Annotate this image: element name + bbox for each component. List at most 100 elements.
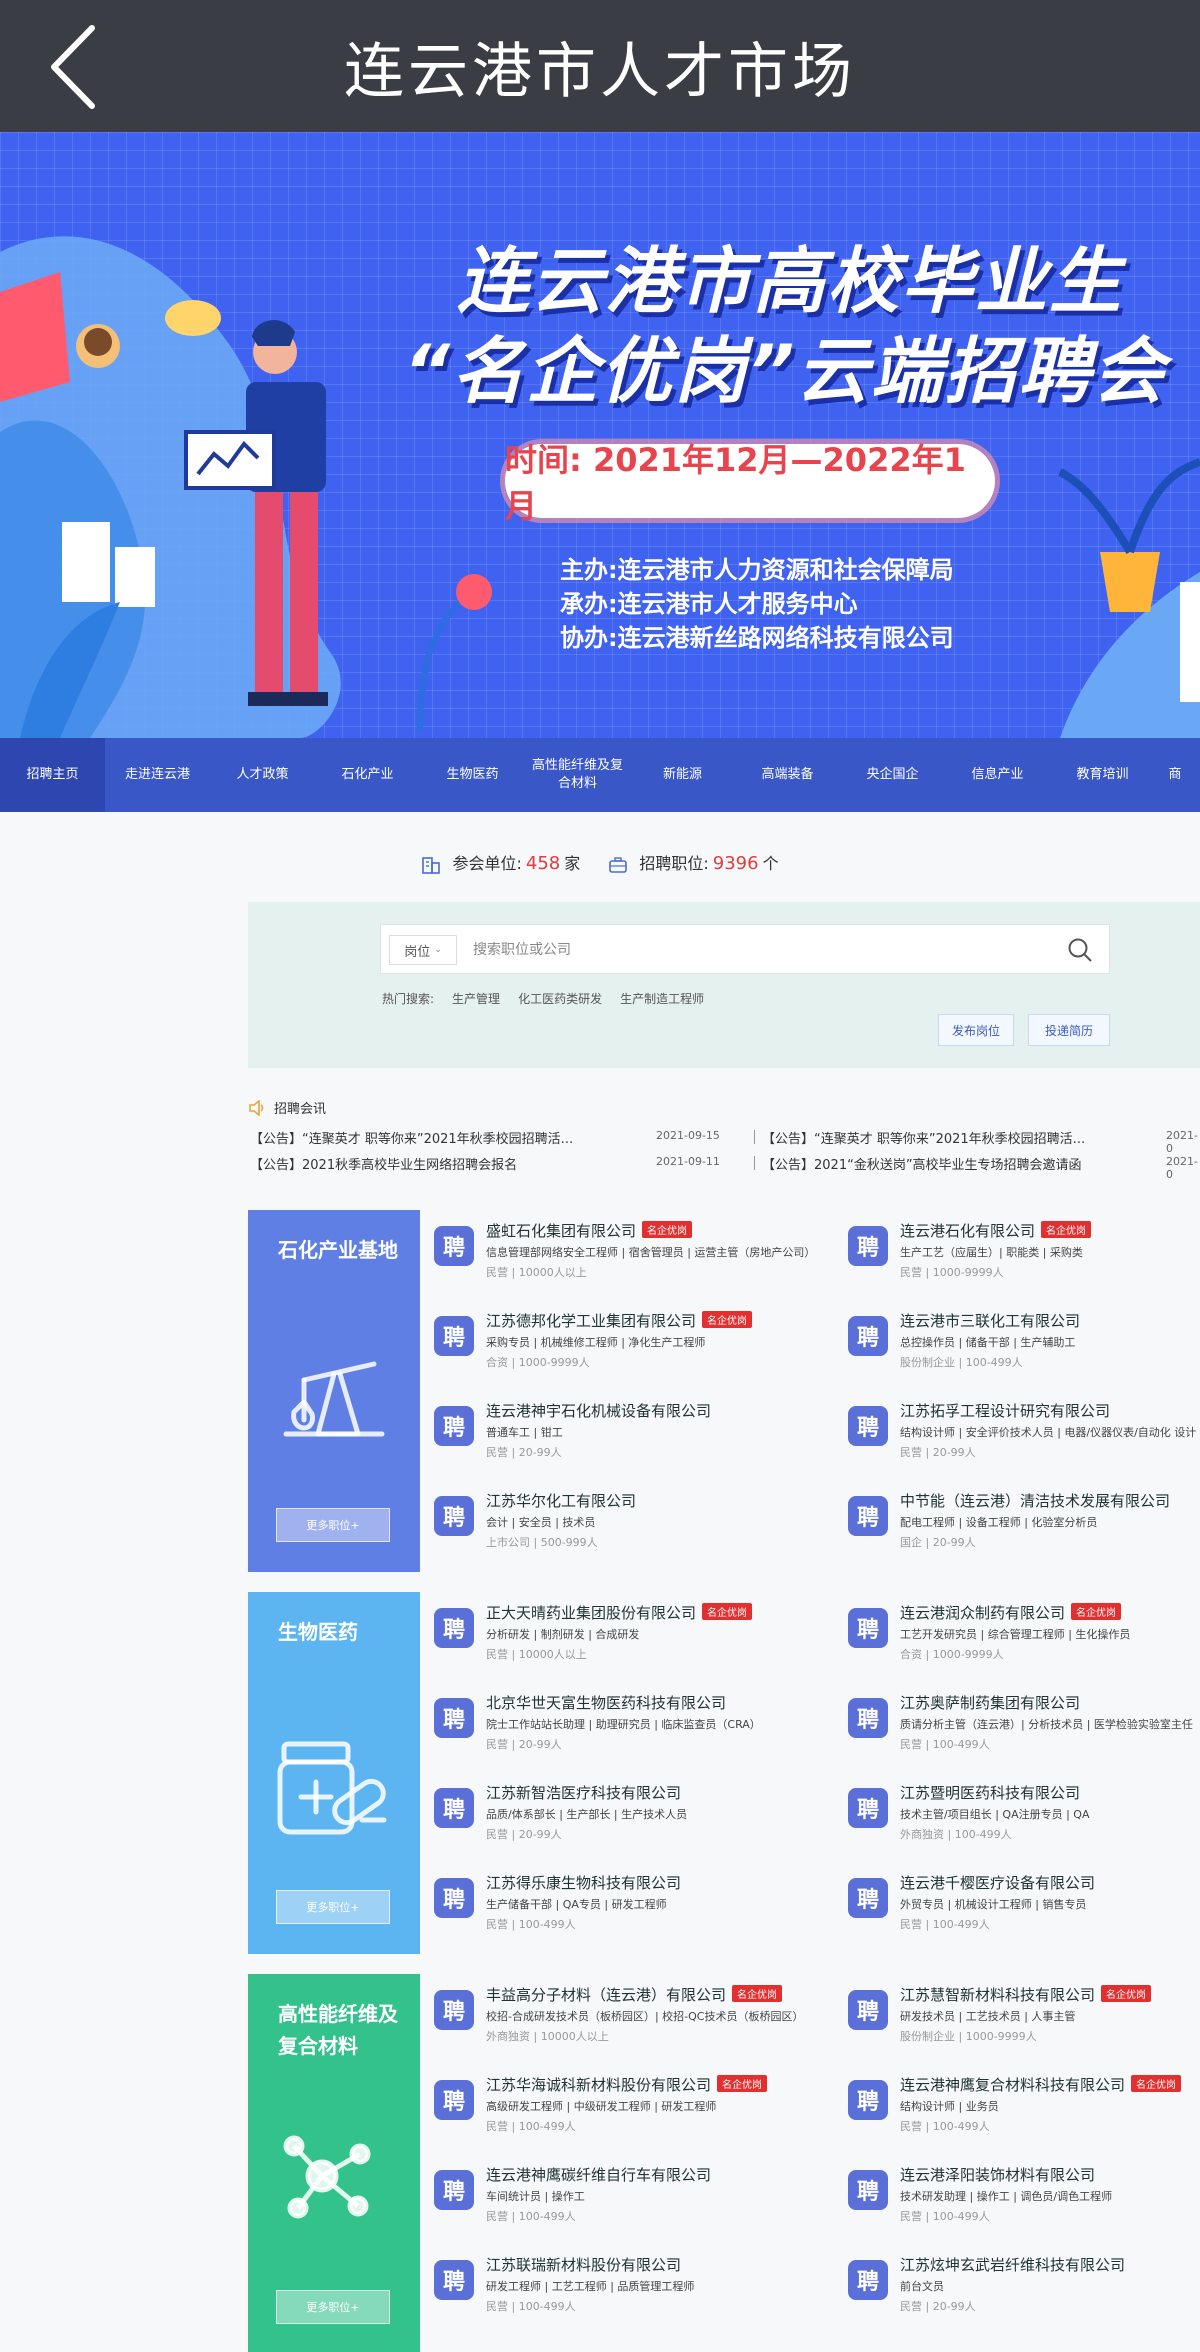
company-card[interactable]: 聘江苏德邦化学工业集团有限公司 名企优岗 采购专员 | 机械维修工程师 | 净化生产… <box>434 1306 864 1390</box>
search-icon[interactable] <box>1067 937 1093 963</box>
hot-search-item[interactable]: 化工医药类研发 <box>518 990 602 1007</box>
search-type-select[interactable]: 岗位 ⌄ <box>389 935 457 965</box>
company-jobs[interactable]: 外贸专员 | 机械设计工程师 | 销售专员 <box>900 1896 1086 1912</box>
category-tab[interactable]: 石化产业 <box>315 738 420 812</box>
company-card[interactable]: 聘连云港润众制药有限公司 名企优岗 工艺开发研究员 | 综合管理工程师 | 生化操作… <box>848 1598 1200 1682</box>
company-jobs[interactable]: 分析研发 | 制剂研发 | 合成研发 <box>486 1626 639 1642</box>
company-name-row[interactable]: 江苏得乐康生物科技有限公司 <box>486 1872 681 1893</box>
company-jobs[interactable]: 质请分析主管（连云港）| 分析技术员 | 医学检验实验室主任 <box>900 1716 1193 1732</box>
company-name-row[interactable]: 连云港神鹰复合材料科技有限公司 名企优岗 <box>900 2074 1182 2095</box>
notice-link[interactable]: 【公告】2021秋季高校毕业生网络招聘会报名 <box>250 1154 517 1173</box>
company-jobs[interactable]: 工艺开发研究员 | 综合管理工程师 | 生化操作员 <box>900 1626 1130 1642</box>
company-card[interactable]: 聘正大天晴药业集团股份有限公司 名企优岗 分析研发 | 制剂研发 | 合成研发 民营 … <box>434 1598 864 1682</box>
company-name-row[interactable]: 江苏德邦化学工业集团有限公司 名企优岗 <box>486 1310 753 1331</box>
company-name[interactable]: 江苏华海诚科新材料股份有限公司 <box>486 2076 711 2094</box>
notice-link[interactable]: 【公告】2021“金秋送岗”高校毕业生专场招聘会邀请函 <box>762 1154 1082 1173</box>
company-name[interactable]: 江苏德邦化学工业集团有限公司 <box>486 1312 696 1330</box>
company-jobs[interactable]: 品质/体系部长 | 生产部长 | 生产技术人员 <box>486 1806 687 1822</box>
company-jobs[interactable]: 院士工作站站长助理 | 助理研究员 | 临床监查员（CRA） <box>486 1716 761 1732</box>
company-name[interactable]: 连云港石化有限公司 <box>900 1222 1035 1240</box>
company-card[interactable]: 聘江苏奥萨制药集团有限公司 质请分析主管（连云港）| 分析技术员 | 医学检验实验… <box>848 1688 1200 1772</box>
company-name-row[interactable]: 盛虹石化集团有限公司 名企优岗 <box>486 1220 693 1241</box>
company-jobs[interactable]: 技术研发助理 | 操作工 | 调色员/调色工程师 <box>900 2188 1112 2204</box>
submit-resume-button[interactable]: 投递简历 <box>1028 1014 1110 1046</box>
company-name-row[interactable]: 北京华世天富生物医药科技有限公司 <box>486 1692 726 1713</box>
company-name-row[interactable]: 连云港泽阳装饰材料有限公司 <box>900 2164 1095 2185</box>
company-name[interactable]: 盛虹石化集团有限公司 <box>486 1222 636 1240</box>
company-jobs[interactable]: 研发技术员 | 工艺技术员 | 人事主管 <box>900 2008 1075 2024</box>
company-name[interactable]: 中节能（连云港）清洁技术发展有限公司 <box>900 1492 1170 1510</box>
company-name[interactable]: 北京华世天富生物医药科技有限公司 <box>486 1694 726 1712</box>
notice-link[interactable]: 【公告】“连聚英才 职等你来”2021年秋季校园招聘活... <box>762 1128 1085 1147</box>
company-card[interactable]: 聘江苏慧智新材料科技有限公司 名企优岗 研发技术员 | 工艺技术员 | 人事主管 股份… <box>848 1980 1200 2064</box>
company-card[interactable]: 聘江苏新智浩医疗科技有限公司 品质/体系部长 | 生产部长 | 生产技术人员 民营 … <box>434 1778 864 1862</box>
category-tab[interactable]: 商 <box>1155 738 1195 812</box>
more-jobs-button[interactable]: 更多职位+ <box>276 2290 390 2324</box>
category-tab[interactable]: 央企国企 <box>840 738 945 812</box>
company-name-row[interactable]: 江苏新智浩医疗科技有限公司 <box>486 1782 681 1803</box>
company-jobs[interactable]: 高级研发工程师 | 中级研发工程师 | 研发工程师 <box>486 2098 716 2114</box>
company-card[interactable]: 聘连云港神鹰碳纤维自行车有限公司 车间统计员 | 操作工 民营 | 100-499人 <box>434 2160 864 2244</box>
company-name[interactable]: 连云港千樱医疗设备有限公司 <box>900 1874 1095 1892</box>
company-jobs[interactable]: 配电工程师 | 设备工程师 | 化验室分析员 <box>900 1514 1097 1530</box>
search-input[interactable]: 搜索职位或公司 <box>473 939 571 959</box>
category-tab[interactable]: 生物医药 <box>420 738 525 812</box>
company-name[interactable]: 江苏联瑞新材料股份有限公司 <box>486 2256 681 2274</box>
company-card[interactable]: 聘连云港神宇石化机械设备有限公司 普通车工 | 钳工 民营 | 20-99人 <box>434 1396 864 1480</box>
company-jobs[interactable]: 信息管理部网络安全工程师 | 宿舍管理员 | 运营主管（房地产公司） <box>486 1244 815 1260</box>
company-name[interactable]: 江苏暨明医药科技有限公司 <box>900 1784 1080 1802</box>
company-name[interactable]: 丰益高分子材料（连云港）有限公司 <box>486 1986 726 2004</box>
company-jobs[interactable]: 生产工艺（应届生）| 职能类 | 采购类 <box>900 1244 1083 1260</box>
company-name-row[interactable]: 正大天晴药业集团股份有限公司 名企优岗 <box>486 1602 753 1623</box>
company-name-row[interactable]: 连云港石化有限公司 名企优岗 <box>900 1220 1092 1241</box>
company-card[interactable]: 聘连云港市三联化工有限公司 总控操作员 | 储备干部 | 生产辅助工 股份制企业 |… <box>848 1306 1200 1390</box>
company-card[interactable]: 聘丰益高分子材料（连云港）有限公司 名企优岗 校招-合成研发技术员（板桥园区）| 校… <box>434 1980 864 2064</box>
company-card[interactable]: 聘江苏炫坤玄武岩纤维科技有限公司 前台文员 民营 | 20-99人 <box>848 2250 1200 2334</box>
publish-job-button[interactable]: 发布岗位 <box>938 1014 1014 1046</box>
company-name[interactable]: 江苏拓孚工程设计研究有限公司 <box>900 1402 1110 1420</box>
company-name-row[interactable]: 江苏华尔化工有限公司 <box>486 1490 636 1511</box>
company-name[interactable]: 连云港神鹰碳纤维自行车有限公司 <box>486 2166 711 2184</box>
company-card[interactable]: 聘盛虹石化集团有限公司 名企优岗 信息管理部网络安全工程师 | 宿舍管理员 | 运营… <box>434 1216 864 1300</box>
company-name-row[interactable]: 连云港润众制药有限公司 名企优岗 <box>900 1602 1122 1623</box>
category-tab[interactable]: 人才政策 <box>210 738 315 812</box>
company-name-row[interactable]: 江苏联瑞新材料股份有限公司 <box>486 2254 681 2275</box>
company-name-row[interactable]: 江苏华海诚科新材料股份有限公司 名企优岗 <box>486 2074 768 2095</box>
category-tab[interactable]: 新能源 <box>630 738 735 812</box>
company-jobs[interactable]: 研发工程师 | 工艺工程师 | 品质管理工程师 <box>486 2278 694 2294</box>
company-name-row[interactable]: 江苏暨明医药科技有限公司 <box>900 1782 1080 1803</box>
company-card[interactable]: 聘连云港千樱医疗设备有限公司 外贸专员 | 机械设计工程师 | 销售专员 民营 | … <box>848 1868 1200 1952</box>
back-arrow-icon[interactable] <box>40 22 110 112</box>
company-name[interactable]: 连云港润众制药有限公司 <box>900 1604 1065 1622</box>
company-name[interactable]: 江苏华尔化工有限公司 <box>486 1492 636 1510</box>
company-name-row[interactable]: 连云港神鹰碳纤维自行车有限公司 <box>486 2164 711 2185</box>
company-name-row[interactable]: 江苏拓孚工程设计研究有限公司 <box>900 1400 1110 1421</box>
company-card[interactable]: 聘连云港神鹰复合材料科技有限公司 名企优岗 结构设计师 | 业务员 民营 | 100-… <box>848 2070 1200 2154</box>
company-name[interactable]: 连云港市三联化工有限公司 <box>900 1312 1080 1330</box>
company-name-row[interactable]: 连云港千樱医疗设备有限公司 <box>900 1872 1095 1893</box>
company-name-row[interactable]: 江苏奥萨制药集团有限公司 <box>900 1692 1080 1713</box>
company-name[interactable]: 连云港神鹰复合材料科技有限公司 <box>900 2076 1125 2094</box>
company-jobs[interactable]: 前台文员 <box>900 2278 944 2294</box>
company-jobs[interactable]: 生产储备干部 | QA专员 | 研发工程师 <box>486 1896 667 1912</box>
hot-search-item[interactable]: 生产管理 <box>452 990 500 1007</box>
company-card[interactable]: 聘连云港石化有限公司 名企优岗 生产工艺（应届生）| 职能类 | 采购类 民营 | 1… <box>848 1216 1200 1300</box>
company-name[interactable]: 正大天晴药业集团股份有限公司 <box>486 1604 696 1622</box>
company-name-row[interactable]: 连云港市三联化工有限公司 <box>900 1310 1080 1331</box>
company-card[interactable]: 聘江苏拓孚工程设计研究有限公司 结构设计师 | 安全评价技术人员 | 电器/仪器仪… <box>848 1396 1200 1480</box>
company-jobs[interactable]: 车间统计员 | 操作工 <box>486 2188 585 2204</box>
company-name[interactable]: 江苏炫坤玄武岩纤维科技有限公司 <box>900 2256 1125 2274</box>
company-jobs[interactable]: 普通车工 | 钳工 <box>486 1424 563 1440</box>
company-jobs[interactable]: 结构设计师 | 安全评价技术人员 | 电器/仪器仪表/自动化 设计 <box>900 1424 1196 1440</box>
company-name[interactable]: 江苏慧智新材料科技有限公司 <box>900 1986 1095 2004</box>
company-jobs[interactable]: 会计 | 安全员 | 技术员 <box>486 1514 595 1530</box>
company-jobs[interactable]: 结构设计师 | 业务员 <box>900 2098 999 2114</box>
company-card[interactable]: 聘江苏暨明医药科技有限公司 技术主管/项目组长 | QA注册专员 | QA 外商独资… <box>848 1778 1200 1862</box>
company-name[interactable]: 江苏新智浩医疗科技有限公司 <box>486 1784 681 1802</box>
notice-link[interactable]: 【公告】“连聚英才 职等你来”2021年秋季校园招聘活... <box>250 1128 573 1147</box>
company-name-row[interactable]: 丰益高分子材料（连云港）有限公司 名企优岗 <box>486 1984 783 2005</box>
category-tab[interactable]: 高端装备 <box>735 738 840 812</box>
company-jobs[interactable]: 技术主管/项目组长 | QA注册专员 | QA <box>900 1806 1089 1822</box>
category-tab[interactable]: 走进连云港 <box>105 738 210 812</box>
company-card[interactable]: 聘江苏联瑞新材料股份有限公司 研发工程师 | 工艺工程师 | 品质管理工程师 民营 … <box>434 2250 864 2334</box>
